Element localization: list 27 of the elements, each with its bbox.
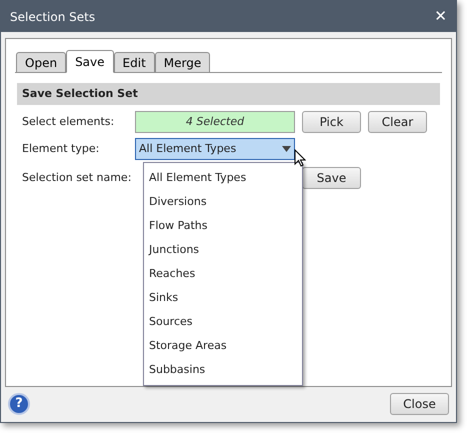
dropdown-arrow-icon: [282, 146, 291, 152]
dropdown-option[interactable]: All Element Types: [144, 166, 302, 190]
dropdown-option[interactable]: Junctions: [144, 238, 302, 262]
dropdown-option[interactable]: Subbasins: [144, 358, 302, 382]
tab[interactable]: Open: [16, 52, 66, 72]
help-icon[interactable]: ?: [8, 393, 30, 415]
close-button[interactable]: ✕: [434, 9, 447, 24]
tab[interactable]: Save: [66, 50, 114, 73]
dropdown-option[interactable]: Sources: [144, 310, 302, 334]
save-button[interactable]: Save: [302, 167, 361, 189]
tab[interactable]: Edit: [114, 52, 155, 72]
dropdown-option[interactable]: Storage Areas: [144, 334, 302, 358]
dropdown-option[interactable]: Sinks: [144, 286, 302, 310]
window-title: Selection Sets: [10, 8, 96, 26]
element-type-dropdown[interactable]: All Element Types: [135, 138, 295, 160]
close-dialog-button[interactable]: Close: [390, 393, 449, 415]
field-label: Select elements:: [21, 114, 116, 130]
section-header: Save Selection Set: [17, 83, 440, 105]
dropdown-option[interactable]: Reaches: [144, 262, 302, 286]
field-label: Element type:: [21, 140, 100, 157]
tab[interactable]: Merge: [154, 52, 210, 72]
clear-button[interactable]: Clear: [368, 111, 427, 133]
dropdown-option[interactable]: Flow Paths: [144, 214, 302, 238]
selection-count-field: 4 Selected: [135, 111, 295, 133]
pick-button[interactable]: Pick: [302, 111, 361, 133]
dropdown-option[interactable]: Diversions: [144, 190, 302, 214]
field-label: Selection set name:: [21, 170, 132, 186]
